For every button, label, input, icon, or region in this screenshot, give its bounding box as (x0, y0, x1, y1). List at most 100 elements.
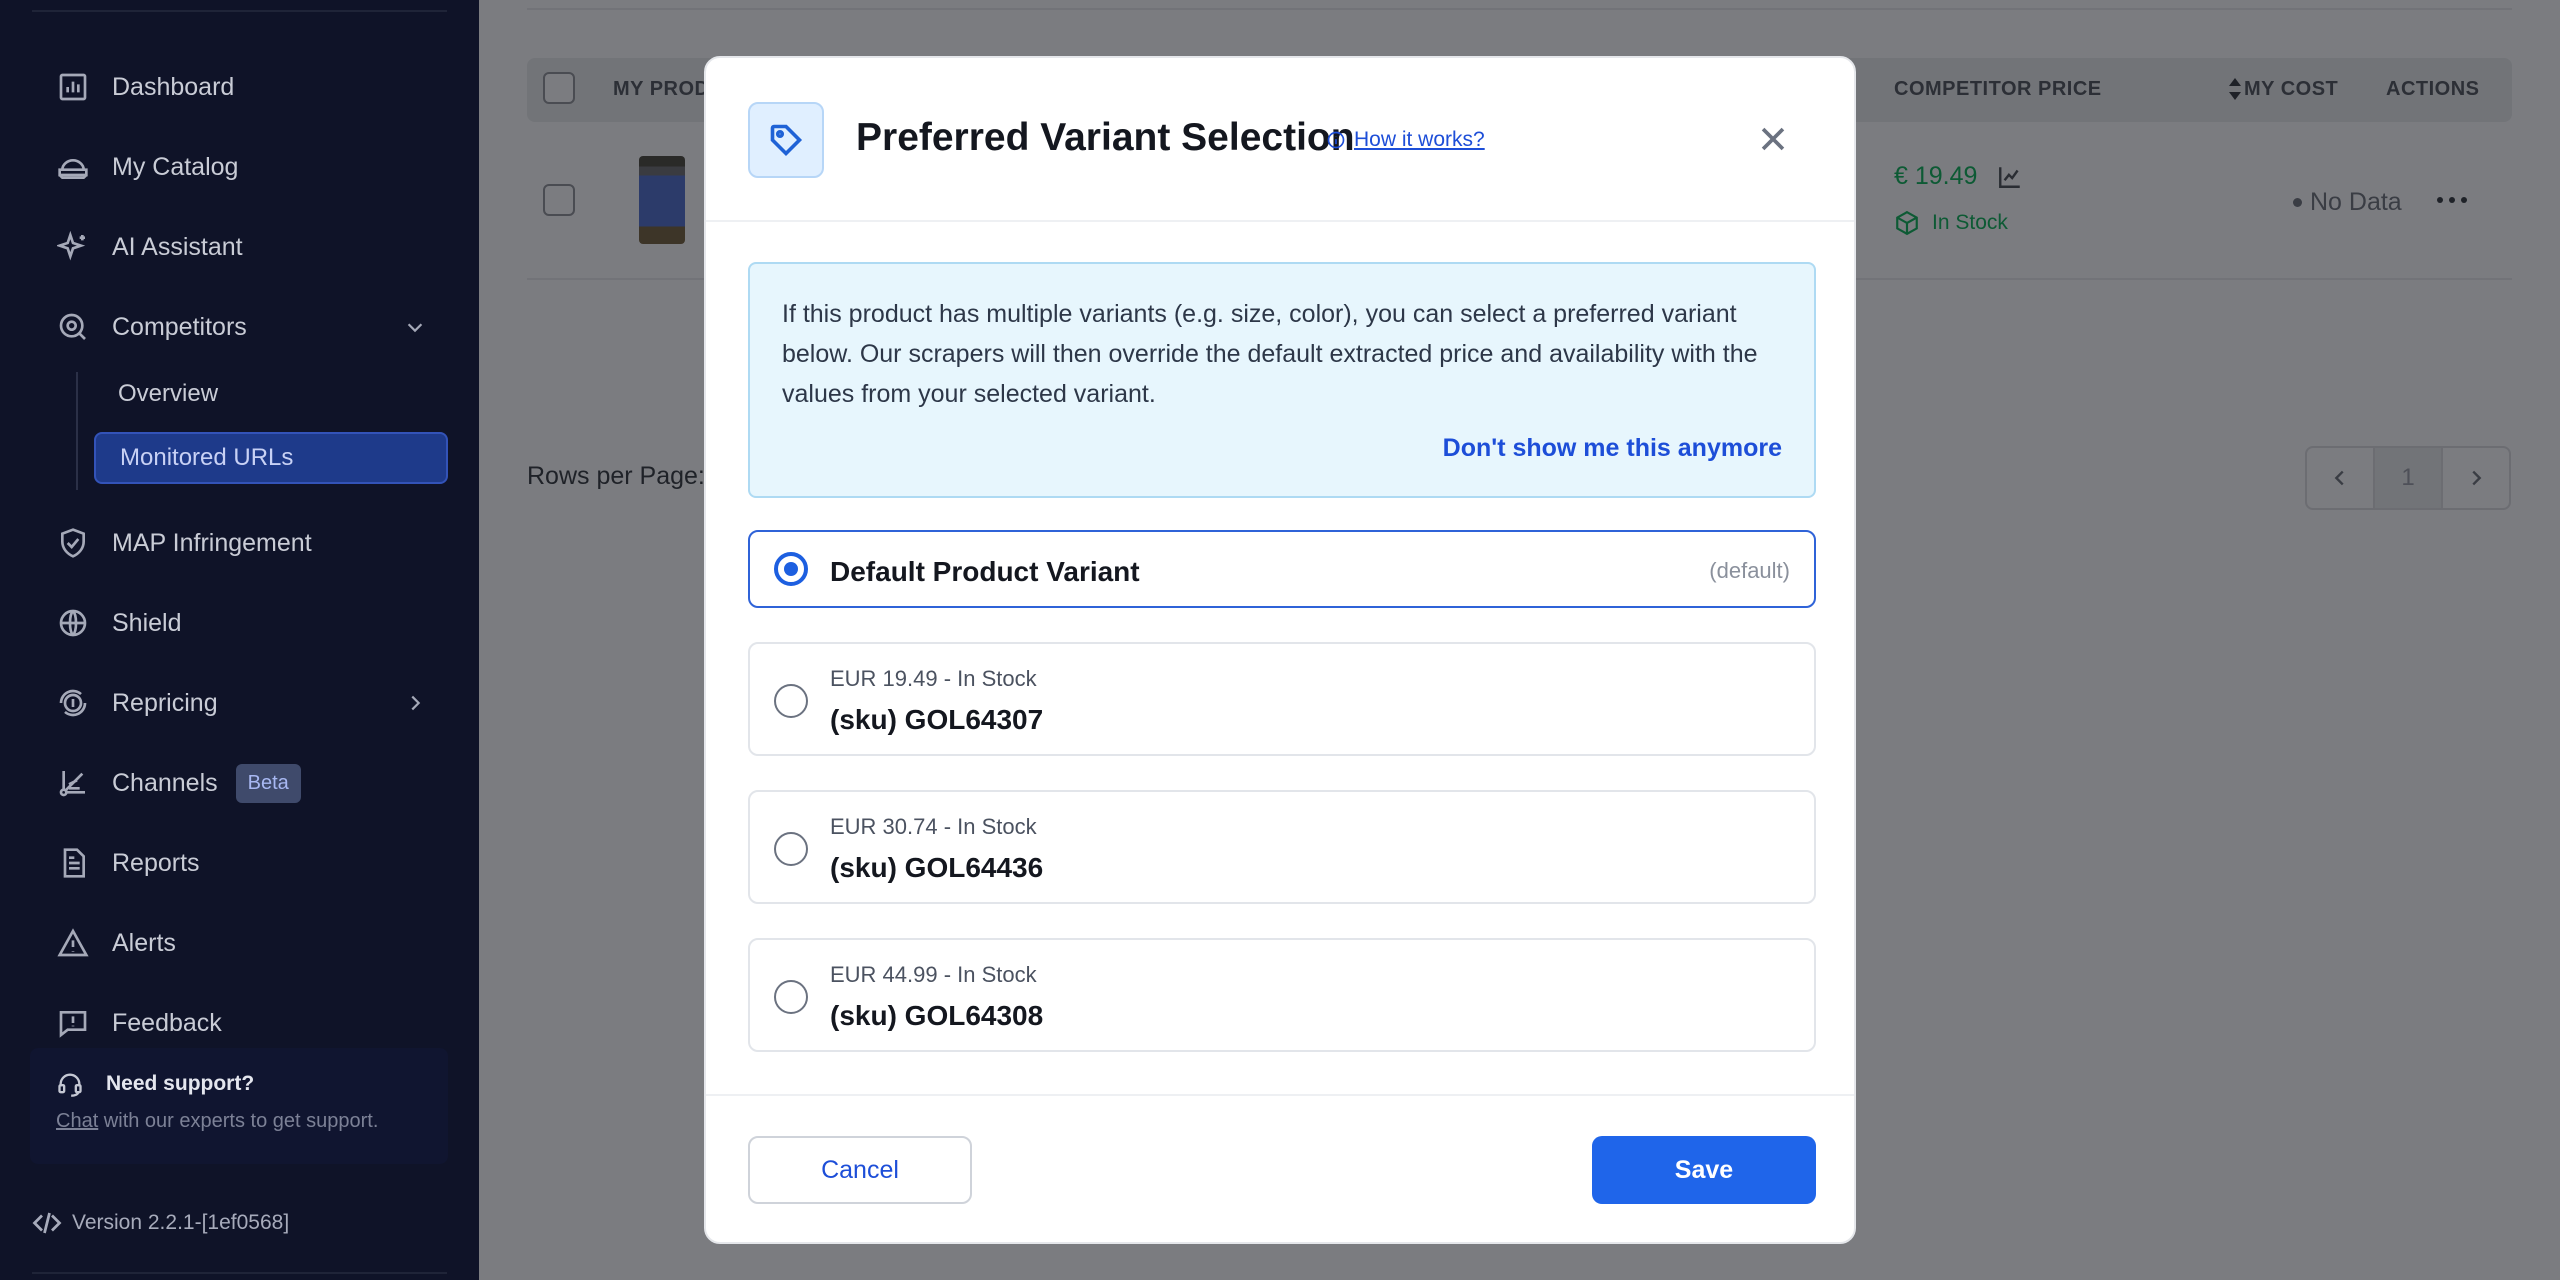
sidebar-item-label: MAP Infringement (112, 528, 312, 557)
sort-icon[interactable] (2227, 76, 2243, 102)
preferred-variant-modal: Preferred Variant Selection How it works… (704, 56, 1856, 1244)
sidebar-item-alerts[interactable]: Alerts (56, 918, 176, 968)
save-button[interactable]: Save (1592, 1136, 1816, 1204)
sidebar-subitem-monitored-urls[interactable]: Monitored URLs (94, 432, 448, 484)
sidebar-item-label: Shield (112, 608, 182, 637)
more-actions-icon[interactable] (2432, 180, 2472, 220)
cancel-button[interactable]: Cancel (748, 1136, 972, 1204)
tag-icon (748, 102, 824, 178)
variant-option-default[interactable]: Default Product Variant (default) (748, 530, 1816, 608)
modal-title: Preferred Variant Selection (856, 116, 1355, 159)
sidebar-item-label: Channels (112, 768, 218, 797)
info-box: If this product has multiple variants (e… (748, 262, 1816, 498)
pagination: 1 (2305, 446, 2511, 510)
variant-option[interactable]: EUR 44.99 - In Stock (sku) GOL64308 (748, 938, 1816, 1052)
radio-button[interactable] (774, 980, 808, 1014)
sidebar-item-dashboard[interactable]: Dashboard (56, 62, 234, 112)
sidebar-item-ai-assistant[interactable]: AI Assistant (56, 222, 243, 272)
radio-button[interactable] (774, 832, 808, 866)
version-label: Version 2.2.1-[1ef0568] (72, 1211, 290, 1234)
sidebar-item-reports[interactable]: Reports (56, 838, 200, 888)
variant-label: Default Product Variant (830, 556, 1140, 587)
trend-chart-icon[interactable] (1997, 164, 2023, 190)
next-page-button[interactable] (2443, 448, 2509, 508)
sidebar-item-my-catalog[interactable]: My Catalog (56, 142, 238, 192)
how-it-works-label: How it works? (1354, 128, 1485, 151)
status-dot (2293, 198, 2302, 207)
code-icon (32, 1212, 62, 1234)
page-number[interactable]: 1 (2375, 448, 2443, 508)
radio-button[interactable] (774, 684, 808, 718)
variant-price-stock: EUR 19.49 - In Stock (830, 666, 1037, 691)
alert-icon (56, 926, 90, 960)
chart-icon (56, 70, 90, 104)
select-all-checkbox[interactable] (543, 72, 575, 104)
column-header-my-product[interactable]: MY PROD (613, 78, 709, 101)
info-text: If this product has multiple variants (e… (782, 300, 1758, 408)
modal-header: Preferred Variant Selection How it works… (706, 58, 1854, 222)
price-value: € 19.49 (1894, 162, 1978, 190)
chat-link[interactable]: Chat (56, 1110, 98, 1132)
divider (32, 1272, 447, 1274)
sidebar-item-competitors[interactable]: Competitors (56, 302, 426, 352)
row-checkbox[interactable] (543, 184, 575, 216)
variant-price-stock: EUR 30.74 - In Stock (830, 814, 1037, 839)
globe-icon (56, 606, 90, 640)
modal-footer-divider (706, 1094, 1854, 1096)
default-tag: (default) (1709, 558, 1790, 583)
radio-selected[interactable] (774, 552, 808, 586)
variant-sku: (sku) GOL64308 (830, 1000, 1044, 1031)
sidebar: Dashboard My Catalog AI Assistant Compet… (0, 0, 479, 1280)
previous-page-button[interactable] (2307, 448, 2375, 508)
sidebar-item-shield[interactable]: Shield (56, 598, 182, 648)
sidebar-subitem-overview[interactable]: Overview (94, 368, 448, 420)
sidebar-item-label: Alerts (112, 928, 176, 957)
column-header-competitor-price[interactable]: COMPETITOR PRICE (1894, 78, 2102, 101)
beta-badge: Beta (235, 763, 301, 803)
rows-per-page-label: Rows per Page: (527, 462, 705, 490)
my-cost-value: No Data (2293, 188, 2402, 217)
headset-icon (56, 1070, 86, 1100)
sidebar-item-label: Dashboard (112, 72, 235, 101)
stock-status: In Stock (1894, 210, 2008, 236)
dont-show-again-link[interactable]: Don't show me this anymore (1443, 434, 1782, 463)
chevron-down-icon[interactable] (404, 316, 426, 338)
sidebar-item-label: Repricing (112, 688, 218, 717)
no-data-label: No Data (2310, 188, 2402, 216)
stock-label: In Stock (1932, 211, 2008, 234)
column-header-actions: ACTIONS (2386, 78, 2480, 100)
sidebar-item-label: Reports (112, 848, 200, 877)
catalog-icon (56, 150, 90, 184)
sidebar-item-label: AI Assistant (112, 232, 243, 261)
competitor-price: € 19.49 (1894, 162, 2023, 191)
sidebar-item-feedback[interactable]: Feedback (56, 998, 222, 1048)
feedback-icon (56, 1006, 90, 1040)
sparkle-icon (56, 230, 90, 264)
competitors-icon (56, 310, 90, 344)
divider (527, 8, 2512, 10)
variant-price-stock: EUR 44.99 - In Stock (830, 962, 1037, 987)
sidebar-item-repricing[interactable]: Repricing (56, 678, 426, 728)
sidebar-item-label: My Catalog (112, 152, 239, 181)
chevron-right-icon[interactable] (404, 692, 426, 714)
variant-option[interactable]: EUR 30.74 - In Stock (sku) GOL64436 (748, 790, 1816, 904)
product-image (639, 156, 685, 244)
close-icon[interactable] (1756, 122, 1790, 156)
channels-icon (56, 766, 90, 800)
chevron-right-icon (2472, 470, 2482, 486)
repricing-icon (56, 686, 90, 720)
variant-option[interactable]: EUR 19.49 - In Stock (sku) GOL64307 (748, 642, 1816, 756)
sidebar-subitem-label: Overview (118, 380, 219, 407)
chevron-left-icon (2334, 470, 2344, 486)
package-icon (1896, 210, 1918, 236)
submenu-line (76, 372, 78, 490)
sidebar-subitem-label: Monitored URLs (120, 444, 294, 471)
how-it-works-link[interactable]: How it works? (1326, 128, 1485, 152)
variant-sku: (sku) GOL64436 (830, 852, 1044, 883)
shield-check-icon (56, 526, 90, 560)
sidebar-item-map-infringement[interactable]: MAP Infringement (56, 518, 312, 568)
sidebar-item-label: Competitors (112, 312, 247, 341)
sidebar-item-channels[interactable]: Channels Beta (56, 758, 301, 808)
support-text: Chat with our experts to get support. (56, 1110, 378, 1133)
variant-sku: (sku) GOL64307 (830, 704, 1044, 735)
